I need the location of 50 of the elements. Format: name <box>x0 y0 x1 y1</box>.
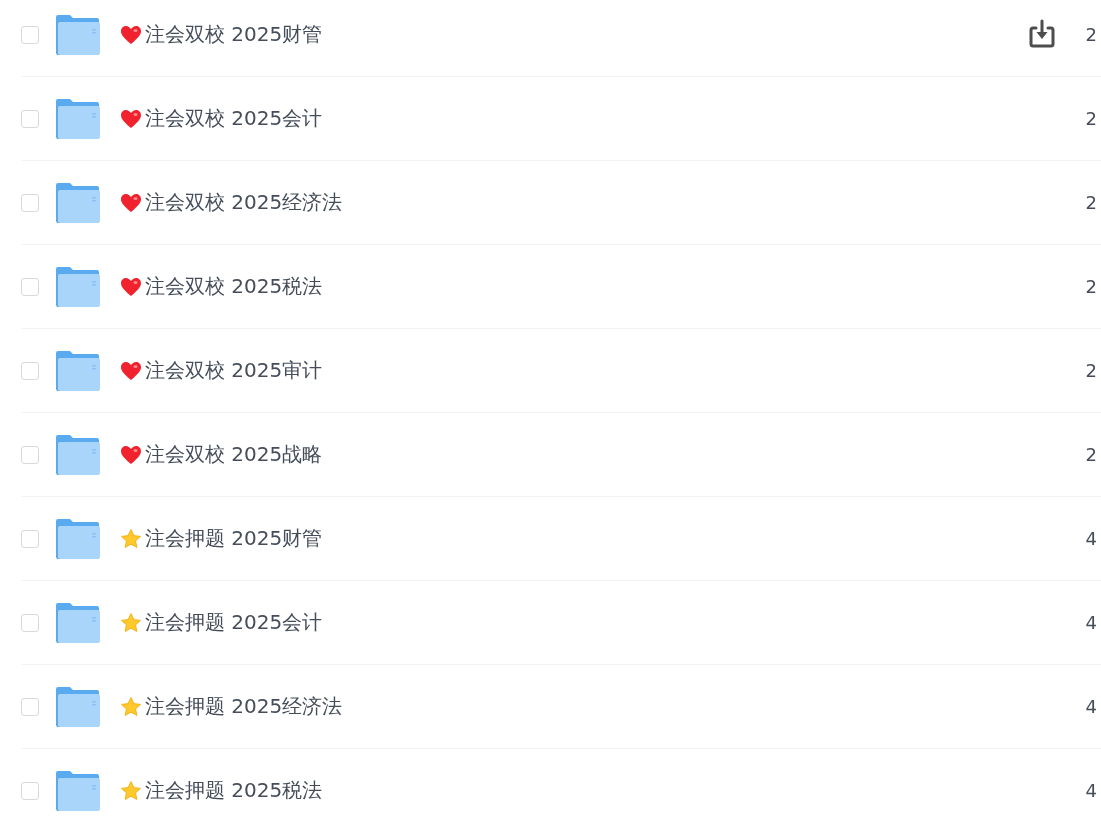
checkbox[interactable] <box>21 277 39 296</box>
checkbox[interactable] <box>21 697 39 716</box>
checkbox[interactable] <box>21 445 39 464</box>
folder-name[interactable]: 注会双校 2025审计 <box>145 357 1086 384</box>
star-icon <box>120 695 142 718</box>
folder-name[interactable]: 注会双校 2025经济法 <box>145 189 1086 216</box>
heart-icon <box>120 275 142 298</box>
folder-name[interactable]: 注会押题 2025会计 <box>145 609 1086 636</box>
checkbox[interactable] <box>21 25 39 44</box>
checkbox[interactable] <box>21 781 39 800</box>
folder-icon <box>56 602 100 643</box>
star-icon <box>120 611 142 634</box>
folder-icon <box>56 434 100 475</box>
heart-icon <box>120 443 142 466</box>
checkbox[interactable] <box>21 613 39 632</box>
table-cell: 4 <box>1085 612 1097 633</box>
table-cell: 4 <box>1085 528 1097 549</box>
table-cell: 4 <box>1085 696 1097 717</box>
folder-name[interactable]: 注会双校 2025税法 <box>145 273 1086 300</box>
folder-name[interactable]: 注会押题 2025财管 <box>145 525 1086 552</box>
folder-icon <box>56 518 100 559</box>
folder-name[interactable]: 注会押题 2025经济法 <box>145 693 1086 720</box>
heart-icon <box>120 23 142 46</box>
checkbox[interactable] <box>21 529 39 548</box>
heart-icon <box>120 359 142 382</box>
table-cell: 2 <box>1085 24 1097 45</box>
heart-icon <box>120 107 142 130</box>
folder-icon <box>56 350 100 391</box>
star-icon <box>120 779 142 802</box>
folder-name[interactable]: 注会双校 2025战略 <box>145 441 1086 468</box>
checkbox[interactable] <box>21 193 39 212</box>
table-cell: 2 <box>1085 108 1097 129</box>
folder-name[interactable]: 注会押题 2025税法 <box>145 777 1086 804</box>
folder-icon <box>56 182 100 223</box>
checkbox[interactable] <box>21 361 39 380</box>
folder-icon <box>56 98 100 139</box>
table-cell: 2 <box>1085 276 1097 297</box>
heart-icon <box>120 191 142 214</box>
folder-name[interactable]: 注会双校 2025财管 <box>145 21 1026 48</box>
table-cell: 4 <box>1085 780 1097 801</box>
folder-icon <box>56 266 100 307</box>
folder-name[interactable]: 注会双校 2025会计 <box>145 105 1086 132</box>
folder-icon <box>56 14 100 55</box>
table-cell: 2 <box>1085 360 1097 381</box>
table-cell: 2 <box>1085 444 1097 465</box>
star-icon <box>120 527 142 550</box>
folder-icon <box>56 770 100 811</box>
table-cell: 2 <box>1085 192 1097 213</box>
checkbox[interactable] <box>21 109 39 128</box>
folder-icon <box>56 686 100 727</box>
